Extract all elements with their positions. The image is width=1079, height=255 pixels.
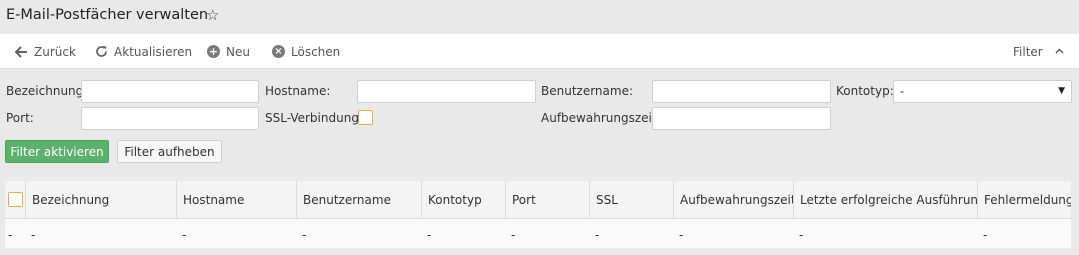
column-header-bezeichnung[interactable]: Bezeichnung	[25, 181, 176, 219]
column-header-aufbewahrungszeit[interactable]: Aufbewahrungszeit	[673, 181, 793, 219]
new-label: Neu	[226, 44, 250, 59]
x-circle-icon: ×	[272, 45, 285, 58]
aufbewahrung-input[interactable]	[652, 107, 831, 130]
reset-filter-button[interactable]: Filter aufheben	[117, 140, 222, 163]
back-button[interactable]: Zurück	[15, 34, 76, 69]
ssl-label: SSL-Verbindung:	[265, 111, 363, 125]
hostname-label: Hostname:	[265, 84, 331, 98]
back-label: Zurück	[34, 44, 76, 59]
table-cell: -	[983, 228, 988, 242]
filter-toggle[interactable]: Filter	[1013, 34, 1064, 69]
column-header-hostname[interactable]: Hostname	[176, 181, 296, 219]
mailbox-table: Bezeichnung Hostname Benutzername Kontot…	[5, 181, 1071, 248]
select-all-checkbox[interactable]	[8, 192, 23, 207]
kontotyp-select[interactable]: - ▼	[893, 80, 1072, 103]
refresh-icon	[95, 45, 108, 58]
filter-label: Filter	[1013, 44, 1043, 59]
table-cell: -	[302, 228, 307, 242]
column-header-benutzername[interactable]: Benutzername	[296, 181, 421, 219]
kontotyp-value: -	[900, 84, 905, 98]
table-cell: -	[595, 228, 600, 242]
table-cell: -	[511, 228, 516, 242]
column-header-fehlermeldung[interactable]: Fehlermeldung	[977, 181, 1071, 219]
table-cell: -	[427, 228, 432, 242]
chevron-up-icon	[1055, 46, 1064, 57]
page-title: E-Mail-Postfächer verwalten	[6, 7, 209, 23]
column-header-letzte-ausfuehrung[interactable]: Letzte erfolgreiche Ausführung	[793, 181, 977, 219]
refresh-label: Aktualisieren	[114, 44, 193, 59]
delete-label: Löschen	[291, 44, 341, 59]
toolbar: Zurück Aktualisieren + Neu × Löschen Fil…	[0, 34, 1079, 69]
refresh-button[interactable]: Aktualisieren	[95, 34, 192, 69]
new-button[interactable]: + Neu	[207, 34, 250, 69]
table-cell: -	[679, 228, 684, 242]
table-cell: -	[8, 228, 13, 242]
table-row[interactable]: - - - - - - - - - -	[5, 220, 1071, 248]
kontotyp-label: Kontotyp:	[836, 84, 894, 98]
delete-button[interactable]: × Löschen	[272, 34, 340, 69]
table-header: Bezeichnung Hostname Benutzername Kontot…	[5, 181, 1071, 219]
benutzername-input[interactable]	[652, 80, 831, 103]
port-label: Port:	[6, 111, 34, 125]
table-cell: -	[182, 228, 187, 242]
column-header-ssl[interactable]: SSL	[589, 181, 673, 219]
arrow-left-icon	[15, 45, 28, 58]
filter-panel: Bezeichnung: Hostname: Benutzername: Kon…	[0, 69, 1079, 175]
bezeichnung-label: Bezeichnung:	[6, 84, 88, 98]
table-cell: -	[31, 228, 36, 242]
star-icon[interactable]: ☆	[206, 6, 219, 24]
column-header-port[interactable]: Port	[505, 181, 589, 219]
port-input[interactable]	[81, 107, 259, 130]
bezeichnung-input[interactable]	[81, 80, 259, 103]
apply-filter-button[interactable]: Filter aktivieren	[5, 140, 109, 163]
aufbewahrung-label: Aufbewahrungszeit:	[541, 111, 661, 125]
hostname-input[interactable]	[357, 80, 536, 103]
chevron-down-icon: ▼	[1058, 86, 1065, 96]
title-bar: E-Mail-Postfächer verwalten ☆	[0, 0, 1079, 34]
table-cell: -	[799, 228, 804, 242]
ssl-checkbox[interactable]	[358, 110, 373, 125]
plus-circle-icon: +	[207, 45, 220, 58]
column-header-kontotyp[interactable]: Kontotyp	[421, 181, 505, 219]
benutzername-label: Benutzername:	[541, 84, 634, 98]
